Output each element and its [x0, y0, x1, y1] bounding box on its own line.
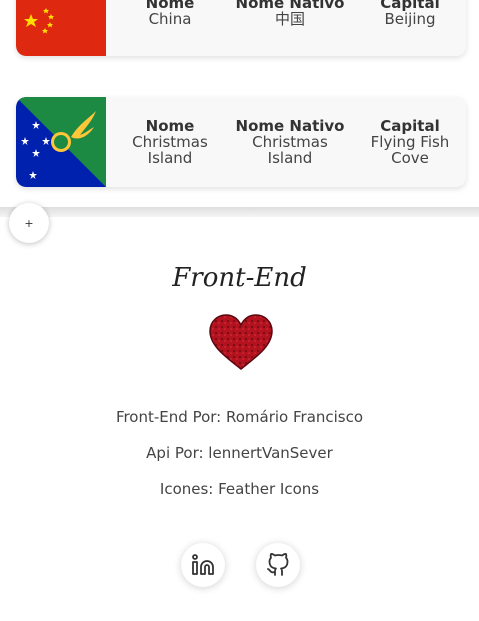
footer-title: Front-End — [172, 263, 307, 293]
name-value: Christmas Island — [132, 133, 208, 167]
country-info: Nome Christmas Island Nome Nativo Christ… — [106, 118, 466, 166]
linkedin-button[interactable] — [181, 543, 225, 587]
credit-api: Api Por: lennertVanSever — [146, 444, 333, 462]
credit-icons: Icones: Feather Icons — [159, 480, 320, 498]
expand-button[interactable]: + — [9, 203, 49, 243]
christmas-island-flag — [16, 97, 106, 187]
capital-column: Capital Flying Fish Cove — [350, 118, 466, 166]
name-column: Nome China — [110, 0, 230, 27]
native-name-column: Nome Nativo Christmas Island — [230, 118, 350, 166]
name-label: Nome — [145, 117, 195, 135]
credit-frontend: Front-End Por: Romário Francisco — [115, 408, 364, 426]
native-name-column: Nome Nativo 中国 — [230, 0, 350, 27]
capital-value: Flying Fish Cove — [370, 133, 450, 167]
capital-column: Capital Beijing — [350, 0, 466, 27]
name-column: Nome Christmas Island — [110, 118, 230, 166]
heart-icon — [209, 314, 273, 370]
native-name-value: Christmas Island — [252, 133, 328, 167]
country-card-china[interactable]: Nome China Nome Nativo 中国 Capital Beijin… — [16, 0, 466, 56]
china-flag — [16, 0, 106, 56]
linkedin-icon — [192, 554, 214, 575]
github-button[interactable] — [256, 543, 300, 587]
country-info: Nome China Nome Nativo 中国 Capital Beijin… — [106, 0, 466, 27]
name-value: China — [148, 10, 192, 28]
section-divider — [0, 207, 479, 217]
native-name-value: 中国 — [274, 10, 305, 28]
capital-label: Capital — [380, 117, 440, 135]
native-name-label: Nome Nativo — [235, 117, 345, 135]
github-icon — [267, 553, 289, 576]
country-card-christmas-island[interactable]: Nome Christmas Island Nome Nativo Christ… — [16, 97, 466, 187]
capital-value: Beijing — [384, 10, 436, 28]
